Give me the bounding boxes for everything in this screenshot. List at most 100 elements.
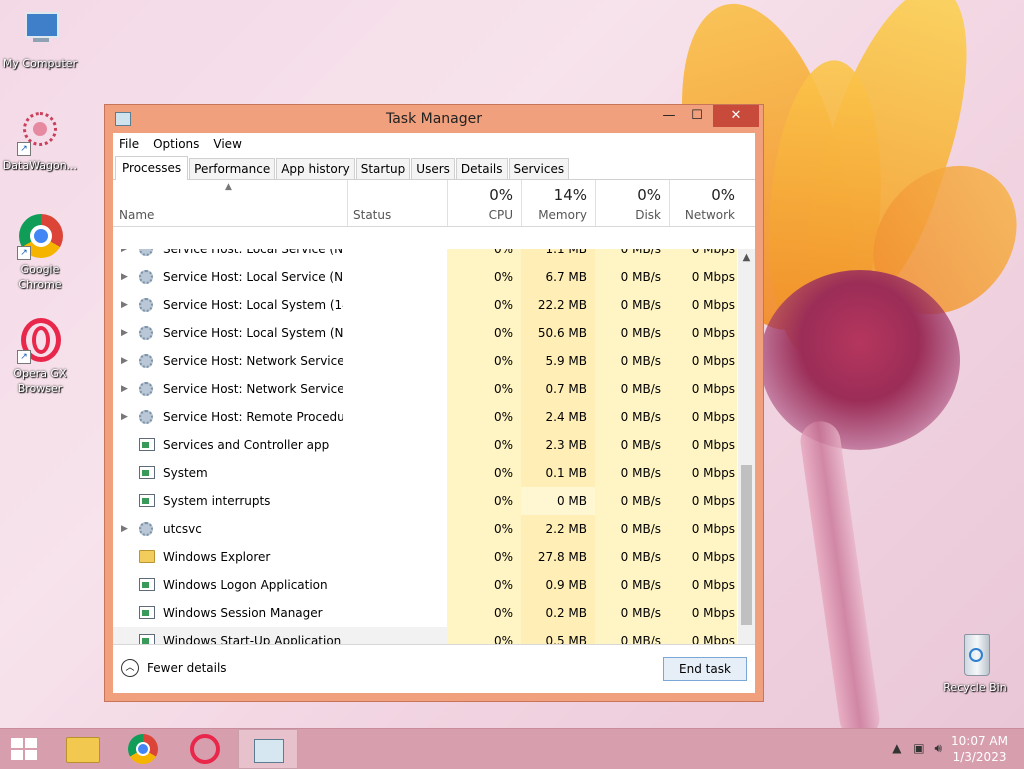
network-value: 0 Mbps (669, 375, 737, 403)
network-value: 0 Mbps (669, 599, 737, 627)
expand-arrow-icon[interactable]: ▶ (121, 375, 128, 403)
desktop-icon-my-computer[interactable]: My Computer (0, 8, 82, 71)
tab-users[interactable]: Users (411, 158, 455, 179)
memory-value: 22.2 MB (521, 291, 595, 319)
process-name: Windows Logon Application (163, 578, 328, 592)
desktop-icon-recycle-bin[interactable]: Recycle Bin (933, 632, 1017, 695)
column-header-status[interactable]: Status (347, 180, 447, 226)
taskbar-opera-gx[interactable] (176, 729, 236, 769)
process-name: Service Host: Local System (14) (163, 298, 343, 312)
process-name: Service Host: Remote Procedure... (163, 410, 343, 424)
network-value: 0 Mbps (669, 571, 737, 599)
column-header-network[interactable]: 0% Network (669, 180, 743, 226)
table-row[interactable]: ▶ utcsvc 0% 2.2 MB 0 MB/s 0 Mbps (113, 515, 737, 543)
tab-services[interactable]: Services (508, 158, 570, 179)
process-name: Services and Controller app (163, 438, 330, 452)
folder-icon (66, 737, 100, 763)
window-client-area: File Options View Processes Performance … (113, 133, 755, 693)
chrome-icon: ↗ (17, 214, 63, 260)
table-row[interactable]: ▶ Service Host: Local System (14) 0% 22.2 M… (113, 291, 737, 319)
start-button[interactable] (0, 729, 60, 769)
table-row[interactable]: ▶ Service Host: Network Service (... 0%0.7… (113, 375, 737, 403)
scrollbar-thumb[interactable] (741, 465, 752, 625)
taskbar: ▲ ▣ 🔊︎ 10:07 AM 1/3/2023 (0, 728, 1024, 769)
menu-file[interactable]: File (119, 137, 139, 151)
shortcut-arrow-icon: ↗ (17, 246, 31, 260)
table-row[interactable]: Windows Explorer 0% 27.8 MB 0 MB/s 0 Mbps (113, 543, 737, 571)
table-row[interactable]: ▶ Service Host: Local Service (No I... 0%1… (113, 249, 737, 263)
memory-value: 0.1 MB (521, 459, 595, 487)
table-row[interactable]: System interrupts 0% 0 MB 0 MB/s 0 Mbps (113, 487, 737, 515)
expand-arrow-icon[interactable]: ▶ (121, 319, 128, 347)
taskbar-file-explorer[interactable] (52, 729, 112, 769)
table-row[interactable]: Services and Controller app 0% 2.3 MB 0 MB/… (113, 431, 737, 459)
app-window-icon (139, 578, 155, 591)
cpu-value: 0% (447, 347, 521, 375)
expand-arrow-icon[interactable]: ▶ (121, 263, 128, 291)
table-row[interactable]: ▶ Service Host: Remote Procedure... 0%2.4 … (113, 403, 737, 431)
tab-performance[interactable]: Performance (189, 158, 276, 179)
column-header-memory[interactable]: 14% Memory (521, 180, 595, 226)
process-name: Service Host: Local System (Net... (163, 326, 343, 340)
network-value: 0 Mbps (669, 515, 737, 543)
tab-startup[interactable]: Startup (355, 158, 411, 179)
close-button[interactable]: ✕ (713, 105, 759, 127)
table-row[interactable]: Windows Logon Application 0% 0.9 MB 0 MB/s 0… (113, 571, 737, 599)
network-value: 0 Mbps (669, 319, 737, 347)
taskbar-task-manager[interactable] (238, 729, 298, 769)
system-tray: ▲ ▣ 🔊︎ (892, 741, 942, 756)
desktop-icon-google-chrome[interactable]: ↗ Google Chrome (0, 214, 82, 292)
memory-value: 0 MB (521, 487, 595, 515)
gear-icon (139, 326, 153, 340)
expand-arrow-icon[interactable]: ▶ (121, 515, 128, 543)
desktop-icon-opera-gx[interactable]: ↗ Opera GX Browser (0, 318, 82, 396)
minimize-button[interactable]: — (655, 105, 683, 127)
memory-value: 0.9 MB (521, 571, 595, 599)
network-value: 0 Mbps (669, 263, 737, 291)
process-name: Windows Explorer (163, 550, 271, 564)
column-header-cpu[interactable]: 0% CPU (447, 180, 521, 226)
cpu-value: 0% (447, 431, 521, 459)
gear-icon (139, 354, 153, 368)
table-row[interactable]: ▶ Service Host: Local Service (No ... 0%6.… (113, 263, 737, 291)
table-row[interactable]: Windows Session Manager 0% 0.2 MB 0 MB/s 0 M… (113, 599, 737, 627)
disk-value: 0 MB/s (595, 571, 669, 599)
taskbar-clock[interactable]: 10:07 AM 1/3/2023 (951, 733, 1008, 765)
expand-arrow-icon[interactable]: ▶ (121, 347, 128, 375)
table-row[interactable]: System 0% 0.1 MB 0 MB/s 0 Mbps (113, 459, 737, 487)
title-bar[interactable]: Task Manager — ☐ ✕ (105, 105, 763, 133)
footer-bar: ︿ Fewer details End task (113, 644, 755, 693)
disk-value: 0 MB/s (595, 375, 669, 403)
show-hidden-icons-icon[interactable]: ▲ (892, 741, 901, 755)
disk-value: 0 MB/s (595, 347, 669, 375)
process-name: Service Host: Network Service (5) (163, 354, 343, 368)
taskbar-chrome[interactable] (114, 729, 174, 769)
cpu-value: 0% (447, 599, 521, 627)
table-row[interactable]: ▶ Service Host: Local System (Net... 0%50.… (113, 319, 737, 347)
end-task-button[interactable]: End task (663, 657, 747, 681)
tab-details[interactable]: Details (455, 158, 508, 179)
expand-arrow-icon[interactable]: ▶ (121, 403, 128, 431)
disk-value: 0 MB/s (595, 403, 669, 431)
table-row[interactable]: ▶ Service Host: Network Service (5) 0%5.9 … (113, 347, 737, 375)
expand-arrow-icon[interactable]: ▶ (121, 249, 128, 263)
expand-arrow-icon[interactable]: ▶ (121, 291, 128, 319)
menu-view[interactable]: View (213, 137, 241, 151)
maximize-button[interactable]: ☐ (683, 105, 711, 127)
app-window-icon (139, 438, 155, 451)
desktop-icon-datawagon[interactable]: ↗ DataWagon... (0, 110, 82, 173)
network-icon[interactable]: ▣ (913, 741, 924, 755)
vertical-scrollbar[interactable]: ▲ ▼ (738, 249, 755, 659)
disk-value: 0 MB/s (595, 249, 669, 263)
column-header-name[interactable]: Name (113, 180, 347, 226)
scroll-up-arrow-icon[interactable]: ▲ (738, 249, 755, 266)
tab-processes[interactable]: Processes (115, 156, 189, 180)
memory-value: 0.7 MB (521, 375, 595, 403)
fewer-details-button[interactable]: ︿ Fewer details (121, 659, 227, 677)
process-name: Windows Session Manager (163, 606, 323, 620)
menu-options[interactable]: Options (153, 137, 199, 151)
volume-icon[interactable]: 🔊︎ (934, 741, 942, 755)
disk-value: 0 MB/s (595, 319, 669, 347)
column-header-disk[interactable]: 0% Disk (595, 180, 669, 226)
tab-app-history[interactable]: App history (276, 158, 355, 179)
